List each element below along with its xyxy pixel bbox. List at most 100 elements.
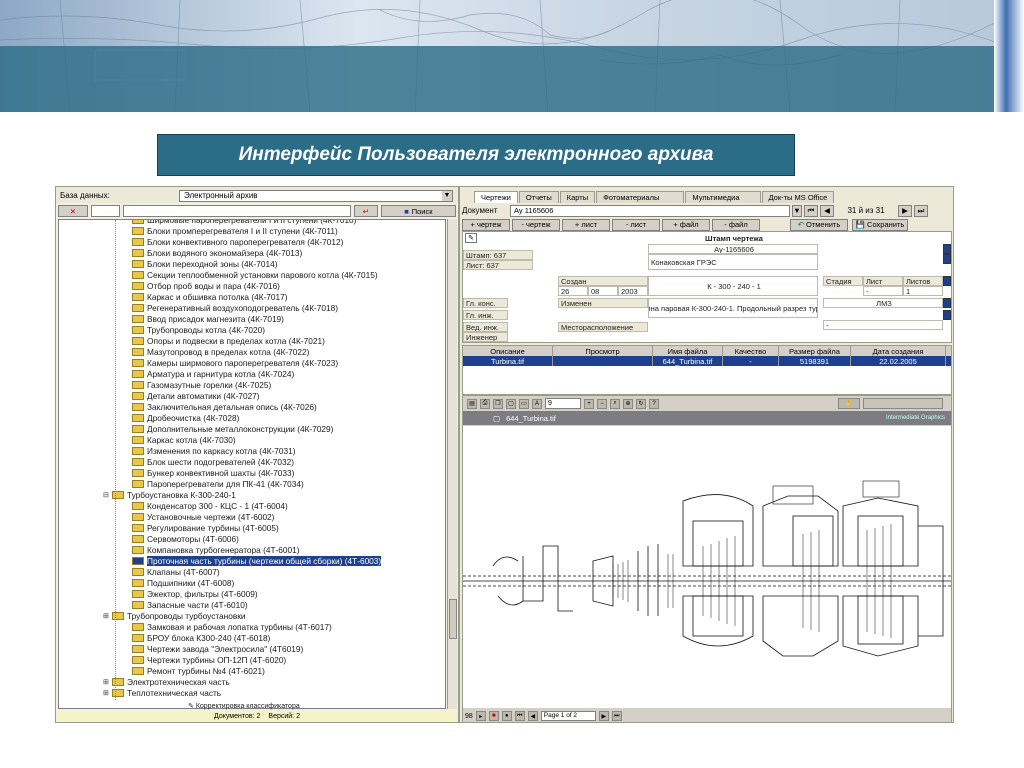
tree-item[interactable]: Трубопроводы котла (4К-7020) (123, 324, 265, 335)
tool-button-3[interactable]: - лист (612, 218, 660, 231)
tree-item[interactable]: Пароперегреватели для ПК-41 (4К-7034) (123, 478, 304, 489)
first-record-icon[interactable]: ⏮ (804, 204, 818, 217)
tree-item[interactable]: Блок шести подогревателей (4К-7032) (123, 456, 294, 467)
table-cell[interactable]: Turbina.tif (463, 356, 553, 366)
tree-item[interactable]: Регулирование турбины (4Т-6005) (123, 522, 279, 533)
org-field[interactable]: Конаковская ГРЭС (648, 254, 818, 270)
tree-item[interactable]: Блоки водяного экономайзера (4К-7013) (123, 247, 302, 258)
tree-item[interactable]: Ввод присадок магнезита (4К-7019) (123, 313, 284, 324)
scroll-thumb[interactable] (449, 599, 457, 639)
prev-page-icon[interactable]: ◀ (527, 711, 538, 721)
page-icon[interactable]: ▭ (519, 398, 529, 409)
tree-item[interactable]: Мазутопровод в пределах котла (4К-7022) (123, 346, 309, 357)
tree-item[interactable]: Опоры и подвески в пределах котла (4К-70… (123, 335, 325, 346)
chevron-down-icon[interactable]: ▼ (442, 191, 452, 201)
tree-item[interactable]: Чертежи завода "Электросила" (4Т6019) (123, 643, 303, 654)
tree-item[interactable]: ⊟ Турбоустановка К-300-240-1 (103, 489, 236, 500)
tree-item[interactable]: Детали автоматики (4К-7027) (123, 390, 260, 401)
zoom-select[interactable]: 9 (545, 398, 581, 409)
tree-item[interactable]: ⊞ Трубопроводы турбоустановки (103, 610, 246, 621)
text-icon[interactable]: A (532, 398, 542, 409)
tree-item[interactable]: Замковая и рабочая лопатка турбины (4Т-6… (123, 621, 332, 632)
tree-item[interactable]: Клапаны (4Т-6007) (123, 566, 220, 577)
tree-item[interactable]: Чертежи турбины ОП-12П (4Т-6020) (123, 654, 286, 665)
tab-2[interactable]: Карты (559, 191, 596, 203)
tree-item[interactable]: ⊞ Электротехническая часть (103, 676, 230, 687)
tree-item[interactable]: Секции теплообменной установки парового … (123, 269, 378, 280)
tree-item[interactable]: Газомазутные горелки (4К-7025) (123, 379, 271, 390)
tool-button-1[interactable]: - чертеж (512, 218, 560, 231)
tree-item[interactable]: Изменения по каркасу котла (4К-7031) (123, 445, 296, 456)
tree-item[interactable]: Заключительная детальная опись (4К-7026) (123, 401, 317, 412)
column-header[interactable]: Качество (723, 346, 779, 356)
delete-icon[interactable]: ✕ (58, 205, 88, 217)
db-select[interactable]: Электронный архив ▼ (179, 190, 453, 202)
created-year[interactable]: 2003 (618, 286, 648, 296)
code-input[interactable] (90, 205, 121, 217)
help-icon[interactable]: ? (649, 398, 659, 409)
drawing-canvas[interactable] (463, 426, 951, 708)
tree-item[interactable]: Блоки переходной зоны (4К-7014) (123, 258, 277, 269)
column-header[interactable]: Просмотр (553, 346, 653, 356)
created-month[interactable]: 08 (588, 286, 618, 296)
rotate-icon[interactable]: ↻ (636, 398, 646, 409)
tab-5[interactable]: Док-ты MS Office (761, 191, 835, 203)
tree-item[interactable]: Дробеочистка (4К-7028) (123, 412, 239, 423)
sheets-field[interactable]: 1 (903, 286, 943, 296)
viewer-mode-select[interactable] (863, 398, 943, 409)
tree-item[interactable]: Арматура и гарнитура котла (4К-7024) (123, 368, 294, 379)
document-select[interactable]: Ау 1165606 (510, 204, 790, 217)
column-header[interactable]: Размер файла (779, 346, 851, 356)
classifier-tree[interactable]: Ширмовые пароперегреватели I и II ступен… (58, 219, 446, 709)
table-cell[interactable] (553, 356, 653, 366)
expand-icon[interactable]: ⊞ (103, 678, 110, 686)
return-arrow-icon[interactable]: ↵ (354, 205, 378, 217)
chevron-down-icon[interactable]: ▼ (792, 204, 802, 217)
description-field[interactable]: Турбина паровая К-300-240-1. Продольный … (648, 298, 818, 318)
expand-icon[interactable]: ⊞ (103, 612, 110, 620)
search-input[interactable] (123, 205, 351, 217)
tool-button-0[interactable]: + чертеж (462, 218, 510, 231)
column-header[interactable]: Дата создания (851, 346, 946, 356)
tree-item[interactable]: Блоки конвективного пароперегревателя (4… (123, 236, 343, 247)
tree-footer[interactable]: ✎ Корректировка классификатора (58, 702, 456, 711)
copy-icon[interactable]: ❐ (493, 398, 503, 409)
tree-item[interactable]: Регенеративный воздухоподогреватель (4К-… (123, 302, 338, 313)
pan-icon[interactable]: ✋ (838, 398, 860, 409)
tree-item[interactable]: Конденсатор 300 - КЦС - 1 (4Т-6004) (123, 500, 288, 511)
tree-item[interactable]: Эжектор, фильтры (4Т-6009) (123, 588, 258, 599)
drawing-code[interactable]: Ау-1165606 (648, 244, 818, 254)
table-cell[interactable]: 22.02.2005 (851, 356, 946, 366)
open-icon[interactable]: ▤ (467, 398, 477, 409)
save-button[interactable]: 💾 Сохранить (852, 218, 908, 231)
record-icon[interactable]: ● (501, 711, 512, 721)
last-record-icon[interactable]: ⏭ (914, 204, 928, 217)
tab-0[interactable]: Чертежи (474, 191, 518, 203)
model-field[interactable]: К - 300 - 240 - 1 (648, 276, 818, 296)
cancel-button[interactable]: ↶ Отменить (790, 218, 848, 231)
search-button[interactable]: ■ Поиск (380, 205, 456, 217)
first-page-icon[interactable]: ⏮ (514, 711, 525, 721)
lookup-icon[interactable] (943, 310, 951, 320)
sheet-field[interactable]: - (863, 286, 903, 296)
lookup-icon[interactable] (943, 298, 951, 308)
last-page-icon[interactable]: ⏭ (611, 711, 622, 721)
tree-item[interactable]: Сервомоторы (4Т-6006) (123, 533, 239, 544)
tree-item[interactable]: Каркас и обшивка потолка (4К-7017) (123, 291, 288, 302)
tree-item[interactable]: Отбор проб воды и пара (4К-7016) (123, 280, 280, 291)
tree-item[interactable]: Подшипники (4Т-6008) (123, 577, 234, 588)
tree-item[interactable]: Ремонт турбины №4 (4Т-6021) (123, 665, 265, 676)
tool-button-5[interactable]: - файл (712, 218, 760, 231)
tool-button-4[interactable]: + файл (662, 218, 710, 231)
tool-button-2[interactable]: + лист (562, 218, 610, 231)
column-header[interactable]: Имя файла (653, 346, 723, 356)
tab-4[interactable]: Мультимедиа (685, 191, 761, 203)
zoom-fit-icon[interactable]: ⌕ (610, 398, 620, 409)
tab-1[interactable]: Отчеты (518, 191, 559, 203)
tree-item[interactable]: БРОУ блока К300-240 (4Т-6018) (123, 632, 270, 643)
zoom-in-icon[interactable]: + (584, 398, 594, 409)
lookup-icon[interactable] (943, 276, 951, 286)
paste-icon[interactable]: ▢ (506, 398, 516, 409)
tree-scrollbar[interactable] (447, 219, 457, 709)
edit-classifier-label[interactable]: Корректировка классификатора (196, 703, 300, 710)
